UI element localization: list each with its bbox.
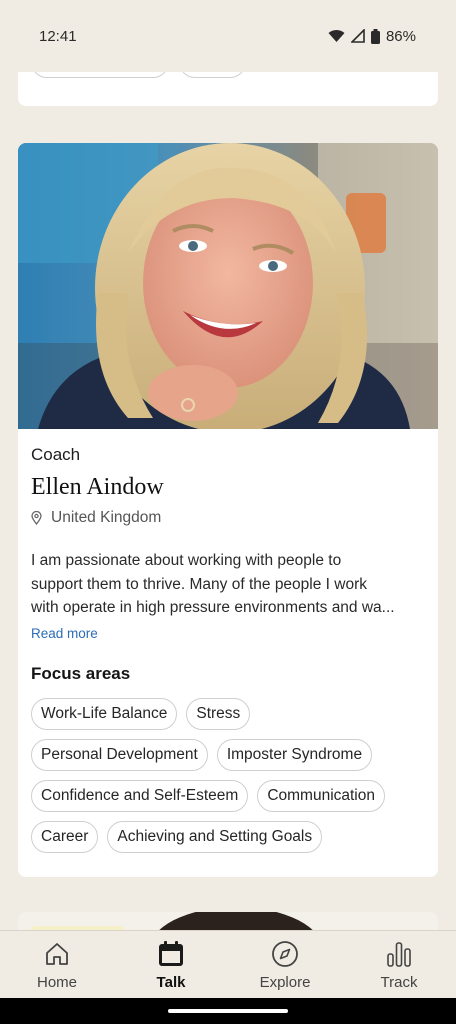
wifi-icon <box>328 29 345 42</box>
focus-chip: Career <box>31 821 99 853</box>
compass-icon <box>272 941 298 967</box>
focus-areas-list: Work-Life Balance Stress Personal Develo… <box>31 698 431 862</box>
signal-icon <box>350 29 365 43</box>
read-more-link[interactable]: Read more <box>31 626 98 641</box>
location-pin-icon <box>31 511 42 525</box>
nav-explore-label: Explore <box>259 974 311 991</box>
focus-chip: Work-Life Balance <box>31 698 178 730</box>
focus-chip: Stress <box>186 698 251 730</box>
focus-chip: Communication <box>257 780 385 812</box>
home-icon <box>46 943 68 965</box>
focus-chip: Imposter Syndrome <box>216 739 373 771</box>
home-indicator[interactable] <box>168 1009 288 1013</box>
coach-photo <box>18 143 438 429</box>
focus-chip: Personal Development <box>31 739 208 771</box>
coach-name: Ellen Aindow <box>31 474 164 500</box>
battery-icon <box>370 28 380 44</box>
focus-chip: Achieving and Setting Goals <box>107 821 323 853</box>
focus-chip: Confidence and Self-Esteem <box>31 780 249 812</box>
calendar-icon <box>159 941 183 966</box>
bio-line: with operate in high pressure environmen… <box>31 599 395 616</box>
coach-bio: I am passionate about working with peopl… <box>31 549 427 620</box>
nav-track[interactable]: Track <box>342 931 456 999</box>
gesture-bar <box>0 998 456 1024</box>
bottom-navigation: Home Talk Explore Track <box>0 930 456 999</box>
nav-home[interactable]: Home <box>0 931 114 999</box>
status-time: 12:41 <box>39 27 77 45</box>
nav-track-label: Track <box>380 974 418 991</box>
battery-percent: 86% <box>385 27 416 45</box>
nav-talk[interactable]: Talk <box>114 931 228 999</box>
bio-line: I am passionate about working with peopl… <box>31 552 342 569</box>
status-bar: 12:41 86% <box>0 0 456 72</box>
nav-home-label: Home <box>36 974 77 991</box>
nav-explore[interactable]: Explore <box>228 931 342 999</box>
coach-location: United Kingdom <box>31 509 161 527</box>
bio-line: support them to thrive. Many of the peop… <box>31 575 368 593</box>
nav-talk-label: Talk <box>156 974 186 991</box>
coach-role: Coach <box>31 445 81 464</box>
location-text: United Kingdom <box>51 509 162 526</box>
focus-areas-title: Focus areas <box>31 664 131 683</box>
coach-card[interactable]: Coach Ellen Aindow United Kingdom I am p… <box>18 143 438 877</box>
bar-chart-icon <box>387 942 411 967</box>
